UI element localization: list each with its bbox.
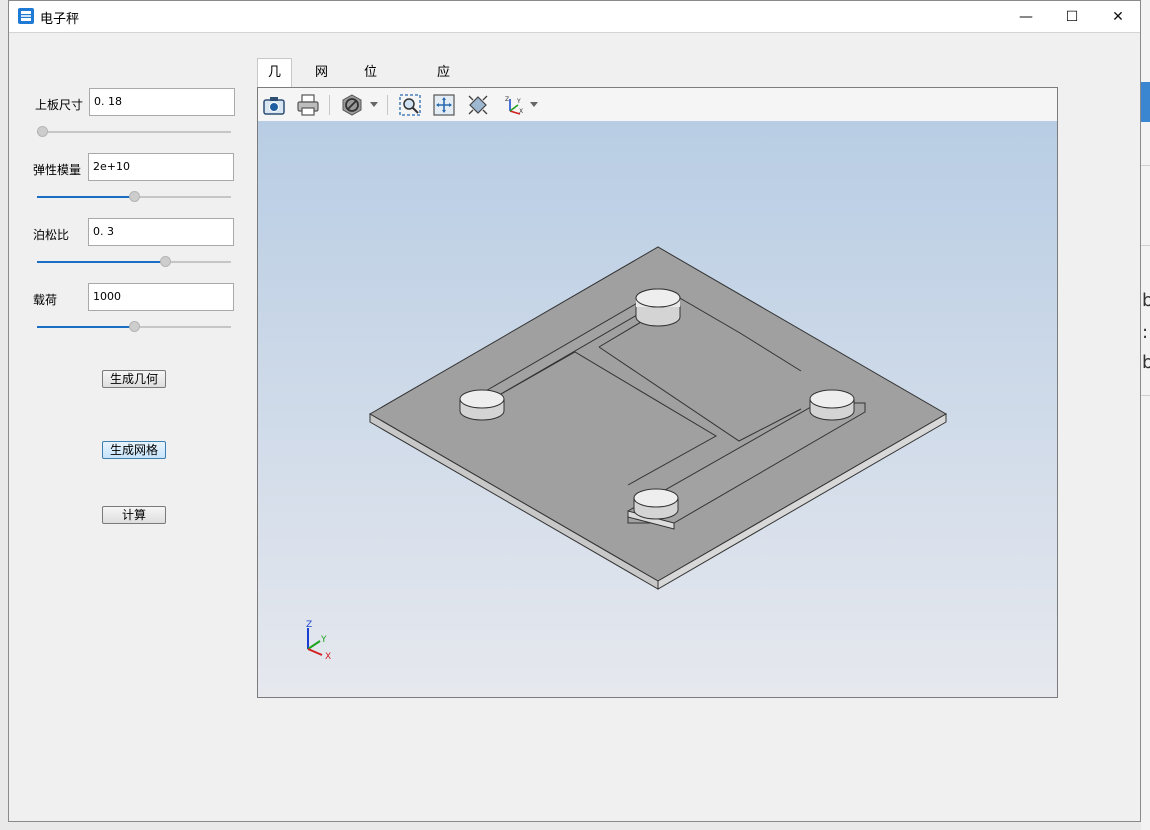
- compute-button[interactable]: 计算: [102, 506, 166, 524]
- toolbar-separator: [387, 95, 388, 115]
- app-icon: [18, 8, 34, 24]
- x-axis: [307, 648, 323, 656]
- background-text: b: [1142, 352, 1150, 373]
- plate-size-slider[interactable]: [37, 125, 231, 139]
- viewer-toolbar: Z Y X: [258, 88, 1057, 122]
- x-axis-label: X: [325, 652, 331, 661]
- pad: [635, 288, 681, 327]
- svg-text:Z: Z: [505, 96, 509, 103]
- pad: [809, 389, 855, 421]
- background-divider: [1141, 395, 1150, 396]
- svg-text:Y: Y: [516, 98, 521, 105]
- tab-stress[interactable]: 应力云图: [427, 59, 460, 164]
- poisson-ratio-label: 泊松比: [33, 228, 70, 242]
- main-window: 电子秤 — ☐ ✕ 上板尺寸 0. 18 弹性模量 2e+10 泊松比 0. 3…: [8, 0, 1141, 822]
- load-label: 载荷: [33, 293, 58, 307]
- elastic-modulus-label: 弹性模量: [33, 163, 82, 177]
- display-mode-icon[interactable]: [340, 93, 364, 117]
- load-input[interactable]: 1000: [88, 283, 234, 311]
- poisson-ratio-input[interactable]: 0. 3: [88, 218, 234, 246]
- generate-mesh-button[interactable]: 生成网格: [102, 441, 166, 459]
- y-axis-label: Y: [320, 635, 327, 645]
- 3d-viewport[interactable]: Z Y X: [258, 121, 1057, 697]
- tab-displacement[interactable]: 位移云图: [354, 59, 387, 164]
- viewer-panel: Z Y X Z Y X: [257, 87, 1058, 698]
- tab-geometry[interactable]: 几何: [257, 58, 293, 108]
- display-mode-dropdown-icon[interactable]: [370, 102, 378, 107]
- load-slider[interactable]: [37, 320, 231, 334]
- background-divider: [1141, 245, 1150, 246]
- axis-triad: Z Y X: [306, 620, 331, 661]
- pad: [633, 488, 679, 520]
- pad: [459, 389, 505, 421]
- zoom-box-icon[interactable]: [398, 93, 422, 117]
- background-text: b: [1142, 290, 1150, 311]
- z-axis-label: Z: [306, 620, 312, 630]
- background-accent: [1141, 82, 1150, 122]
- maximize-button[interactable]: ☐: [1049, 1, 1095, 32]
- svg-text:X: X: [519, 108, 523, 115]
- fit-all-icon[interactable]: [432, 93, 456, 117]
- title-bar[interactable]: 电子秤 — ☐ ✕: [9, 1, 1140, 33]
- elastic-modulus-slider[interactable]: [37, 190, 231, 204]
- elastic-modulus-input[interactable]: 2e+10: [88, 153, 234, 181]
- poisson-ratio-slider[interactable]: [37, 255, 231, 269]
- print-icon[interactable]: [296, 93, 320, 117]
- y-axis: [307, 640, 321, 650]
- generate-geometry-button[interactable]: 生成几何: [102, 370, 166, 388]
- axis-orientation-icon[interactable]: Z Y X: [502, 93, 526, 117]
- toolbar-separator: [329, 95, 330, 115]
- background-text: :: [1142, 322, 1149, 343]
- background-divider: [1141, 165, 1150, 166]
- tab-network[interactable]: 网络: [305, 59, 338, 108]
- axis-dropdown-icon[interactable]: [530, 102, 538, 107]
- close-button[interactable]: ✕: [1095, 1, 1141, 32]
- plate-size-label: 上板尺寸: [35, 98, 84, 112]
- camera-icon[interactable]: [262, 93, 286, 117]
- reset-view-icon[interactable]: [466, 93, 490, 117]
- background-window: b : b: [1141, 0, 1150, 830]
- plate-size-input[interactable]: 0. 18: [89, 88, 235, 116]
- window-title: 电子秤: [40, 12, 80, 27]
- scale-model: [369, 246, 947, 590]
- minimize-button[interactable]: —: [1003, 1, 1049, 32]
